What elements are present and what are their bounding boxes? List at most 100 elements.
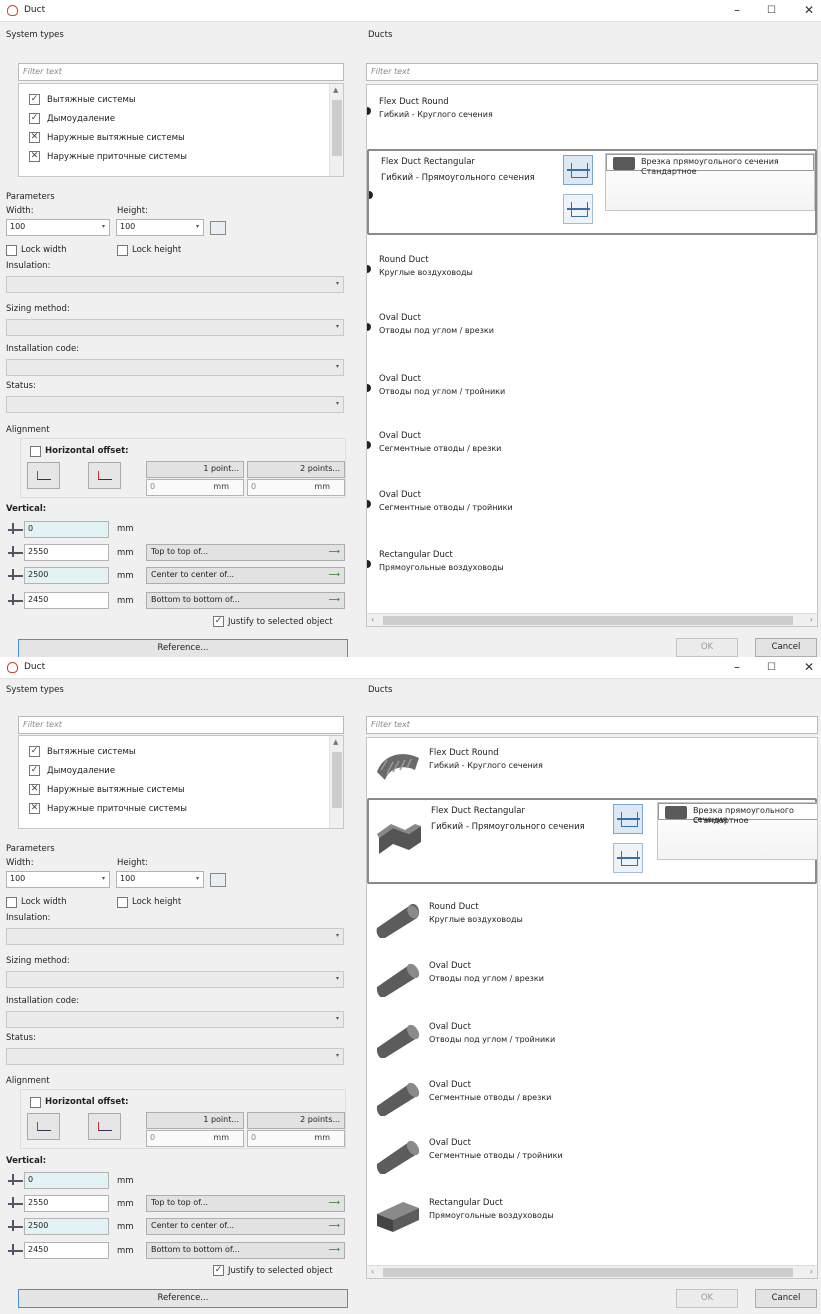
ducts-list[interactable]: Flex Duct Round Гибкий - Круглого сечения… <box>366 737 818 1279</box>
duct-item-flex-round[interactable]: Flex Duct Round Гибкий - Круглого сечения <box>367 740 817 798</box>
lock-width-checkbox[interactable] <box>6 897 17 908</box>
duct-item-oval[interactable]: Oval Duct Отводы под углом / тройники <box>367 366 817 424</box>
duct-item-oval[interactable]: Oval Duct Отводы под углом / врезки <box>367 305 817 363</box>
installation-code-select[interactable]: ▾ <box>6 359 344 376</box>
fitting-selector[interactable]: Врезка прямоугольного сечения Стандартное <box>657 802 817 860</box>
two-points-button[interactable]: 2 points... <box>247 1112 345 1129</box>
scroll-up-icon[interactable]: ▲ <box>333 86 338 94</box>
duct-item-rectangular[interactable]: Rectangular Duct Прямоугольные воздуховод… <box>367 1190 817 1248</box>
checkbox-crossed[interactable]: ✕ <box>29 151 40 162</box>
status-select[interactable]: ▾ <box>6 396 344 413</box>
duct-item-oval[interactable]: Oval Duct Сегментные отводы / врезки <box>367 1072 817 1130</box>
height-select[interactable]: 100 ▾ <box>116 219 204 236</box>
align-right-button[interactable] <box>88 462 121 489</box>
top-offset-input[interactable]: 2550 <box>24 1195 109 1212</box>
ducts-filter[interactable]: Filter text <box>366 716 818 734</box>
ducts-filter[interactable]: Filter text <box>366 63 818 81</box>
one-point-button[interactable]: 1 point... <box>146 461 244 478</box>
scroll-thumb[interactable] <box>332 752 342 808</box>
horizontal-offset-checkbox[interactable] <box>30 1097 41 1108</box>
tap-fitting-icon[interactable] <box>613 804 643 834</box>
duct-item-rectangular[interactable]: Rectangular Duct Прямоугольные воздуховод… <box>367 542 817 600</box>
top-to-top-button[interactable]: Top to top of... ⟶ <box>146 544 345 561</box>
bottom-to-bottom-button[interactable]: Bottom to bottom of... ⟶ <box>146 592 345 609</box>
checkbox-crossed[interactable]: ✕ <box>29 803 40 814</box>
lock-width-checkbox[interactable] <box>6 245 17 256</box>
height-select[interactable]: 100 ▾ <box>116 871 204 888</box>
sizing-method-select[interactable]: ▾ <box>6 319 344 336</box>
offset1-input[interactable]: 0 mm <box>146 479 244 496</box>
sizing-method-select[interactable]: ▾ <box>6 971 344 988</box>
cancel-button[interactable]: Cancel <box>755 638 817 657</box>
duct-item-oval[interactable]: Oval Duct Сегментные отводы / врезки <box>367 423 817 481</box>
duct-item-flex-round[interactable]: Flex Duct Round Гибкий - Круглого сечения <box>367 89 817 147</box>
pick-size-icon[interactable] <box>210 873 226 887</box>
offset1-input[interactable]: 0 mm <box>146 1130 244 1147</box>
align-right-button[interactable] <box>88 1113 121 1140</box>
fitting-selector[interactable]: Врезка прямоугольного сечения Стандартное <box>605 153 815 211</box>
offset2-input[interactable]: 0 mm <box>247 479 345 496</box>
center-to-center-button[interactable]: Center to center of... ⟶ <box>146 567 345 584</box>
center-to-center-button[interactable]: Center to center of... ⟶ <box>146 1218 345 1235</box>
vertical-scrollbar[interactable]: ▲ <box>329 736 343 828</box>
cancel-button[interactable]: Cancel <box>755 1289 817 1308</box>
vertical-scrollbar[interactable]: ▲ <box>329 84 343 176</box>
system-types-list[interactable]: ✓ Вытяжные системы ✓ Дымоудаление ✕ Наружны… <box>18 735 344 829</box>
lock-height-checkbox[interactable] <box>117 897 128 908</box>
system-types-filter[interactable]: Filter text <box>18 716 344 734</box>
checkbox-crossed[interactable]: ✕ <box>29 132 40 143</box>
top-to-top-button[interactable]: Top to top of... ⟶ <box>146 1195 345 1212</box>
duct-item-oval[interactable]: Oval Duct Отводы под углом / врезки <box>367 953 817 1011</box>
status-select[interactable]: ▾ <box>6 1048 344 1065</box>
duct-item-oval[interactable]: Oval Duct Отводы под углом / тройники <box>367 1014 817 1072</box>
system-types-filter[interactable]: Filter text <box>18 63 344 81</box>
duct-item-flex-rect-selected[interactable]: Flex Duct Rectangular Гибкий - Прямоугол… <box>367 798 817 884</box>
maximize-button[interactable]: ☐ <box>767 662 776 673</box>
tee-fitting-icon[interactable] <box>563 194 593 224</box>
tee-fitting-icon[interactable] <box>613 843 643 873</box>
align-left-button[interactable] <box>27 462 60 489</box>
insulation-select[interactable]: ▾ <box>6 276 344 293</box>
justify-checkbox[interactable]: ✓ <box>213 616 224 627</box>
two-points-button[interactable]: 2 points... <box>247 461 345 478</box>
checkbox-checked[interactable]: ✓ <box>29 746 40 757</box>
duct-item-round[interactable]: Round Duct Круглые воздуховоды <box>367 894 817 952</box>
vertical-value-input[interactable]: 0 <box>24 521 109 538</box>
top-offset-input[interactable]: 2550 <box>24 544 109 561</box>
align-left-button[interactable] <box>27 1113 60 1140</box>
pick-size-icon[interactable] <box>210 221 226 235</box>
justify-checkbox[interactable]: ✓ <box>213 1265 224 1276</box>
checkbox-checked[interactable]: ✓ <box>29 94 40 105</box>
lock-height-checkbox[interactable] <box>117 245 128 256</box>
close-button[interactable]: ✕ <box>804 3 814 17</box>
width-select[interactable]: 100 ▾ <box>6 219 110 236</box>
checkbox-checked[interactable]: ✓ <box>29 113 40 124</box>
ok-button[interactable]: OK <box>676 1289 738 1308</box>
installation-code-select[interactable]: ▾ <box>6 1011 344 1028</box>
duct-item-oval[interactable]: Oval Duct Сегментные отводы / тройники <box>367 1130 817 1188</box>
center-offset-input[interactable]: 2500 <box>24 1218 109 1235</box>
horizontal-offset-checkbox[interactable] <box>30 446 41 457</box>
scroll-up-icon[interactable]: ▲ <box>333 738 338 746</box>
vertical-value-input[interactable]: 0 <box>24 1172 109 1189</box>
horizontal-scrollbar[interactable]: ‹ › <box>367 613 817 626</box>
bottom-to-bottom-button[interactable]: Bottom to bottom of... ⟶ <box>146 1242 345 1259</box>
duct-item-flex-rect-selected[interactable]: Flex Duct Rectangular Гибкий - Прямоугол… <box>367 149 817 235</box>
horizontal-scrollbar[interactable]: ‹ › <box>367 1265 817 1278</box>
offset2-input[interactable]: 0 mm <box>247 1130 345 1147</box>
one-point-button[interactable]: 1 point... <box>146 1112 244 1129</box>
width-select[interactable]: 100 ▾ <box>6 871 110 888</box>
maximize-button[interactable]: ☐ <box>767 5 776 16</box>
duct-item-oval[interactable]: Oval Duct Сегментные отводы / тройники <box>367 482 817 540</box>
tap-fitting-icon[interactable] <box>563 155 593 185</box>
reference-button[interactable]: Reference... <box>18 639 348 657</box>
bottom-offset-input[interactable]: 2450 <box>24 1242 109 1259</box>
minimize-button[interactable]: – <box>734 3 740 17</box>
ducts-list[interactable]: Flex Duct Round Гибкий - Круглого сечения… <box>366 84 818 627</box>
close-button[interactable]: ✕ <box>804 660 814 674</box>
checkbox-crossed[interactable]: ✕ <box>29 784 40 795</box>
checkbox-checked[interactable]: ✓ <box>29 765 40 776</box>
scroll-thumb[interactable] <box>332 100 342 156</box>
bottom-offset-input[interactable]: 2450 <box>24 592 109 609</box>
system-types-list[interactable]: ✓ Вытяжные системы ✓ Дымоудаление ✕ Наружны… <box>18 83 344 177</box>
